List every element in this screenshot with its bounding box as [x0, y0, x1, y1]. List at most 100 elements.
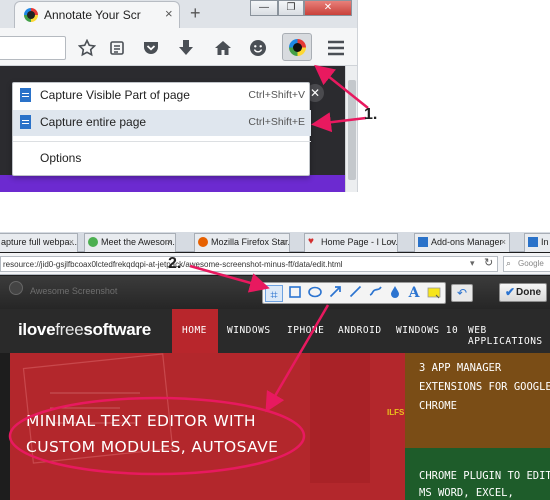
- browser-tab[interactable]: Annotate Your Scr ×: [14, 1, 180, 28]
- nav-item-home[interactable]: HOME: [172, 309, 218, 353]
- nav-item-windows[interactable]: WINDOWS: [227, 309, 271, 353]
- side-article-1-title[interactable]: 3 APP MANAGER EXTENSIONS FOR GOOGLE CHRO…: [419, 359, 550, 416]
- site-logo[interactable]: ilovefreesoftware: [18, 320, 151, 340]
- nav-item-android[interactable]: ANDROID: [338, 309, 382, 353]
- menu-item-options[interactable]: ⚙ Options: [13, 146, 311, 172]
- document-icon: [20, 88, 31, 102]
- pocket-icon[interactable]: [141, 38, 161, 58]
- menu-divider: [13, 141, 311, 142]
- nav-item-iphone[interactable]: IPHONE: [287, 309, 324, 353]
- menu-item-shortcut: Ctrl+Shift+V: [248, 89, 305, 101]
- annotation-tools: ⌗ A: [262, 282, 446, 304]
- awesome-screenshot-extension-button[interactable]: [282, 33, 312, 61]
- browser-tab[interactable]: Meet the Awesom... ×: [84, 233, 176, 252]
- menu-item-capture-visible[interactable]: Capture Visible Part of page Ctrl+Shift+…: [13, 83, 311, 109]
- menu-item-capture-entire[interactable]: Capture entire page Ctrl+Shift+E: [13, 110, 311, 136]
- tab-strip: Annotate Your Scr × + — ❐ ✕: [0, 0, 357, 28]
- reload-icon[interactable]: ↻: [484, 256, 493, 269]
- screenshot-editor-toolbar: Awesome Screenshot ⌗ A ↶ ✔ Done: [0, 276, 550, 309]
- tab-close-icon[interactable]: ×: [389, 237, 394, 247]
- scroll-thumb[interactable]: [348, 80, 356, 180]
- capture-menu: Capture Visible Part of page Ctrl+Shift+…: [12, 82, 311, 176]
- tab-label: In: [541, 237, 549, 247]
- tab-close-icon[interactable]: ×: [167, 237, 172, 247]
- undo-icon[interactable]: ↶: [451, 284, 473, 302]
- dropdown-arrow-icon[interactable]: ▾: [470, 258, 475, 269]
- url-field[interactable]: resource://jid0-gsjlfbcoax0lctedfrekqdqp…: [0, 256, 498, 272]
- menu-item-label: Options: [40, 151, 82, 165]
- annotation-label-1: 1.: [364, 106, 378, 123]
- browser-tab[interactable]: Mozilla Firefox Star... ×: [194, 233, 290, 252]
- awesome-screenshot-logo-icon: [9, 281, 23, 295]
- side-article-2-title[interactable]: CHROME PLUGIN TO EDIT MS WORD, EXCEL, PO…: [419, 468, 550, 500]
- blur-drop-icon[interactable]: [386, 285, 404, 302]
- text-tool-icon[interactable]: A: [405, 285, 423, 302]
- browser-tab[interactable]: Add-ons Manager ×: [414, 233, 510, 252]
- minimize-button[interactable]: —: [250, 0, 278, 16]
- address-bar[interactable]: [0, 36, 66, 60]
- logo-part: ilove: [18, 320, 56, 339]
- close-window-button[interactable]: ✕: [304, 0, 352, 16]
- hamburger-menu-icon[interactable]: [326, 38, 346, 58]
- tab-favicon-icon: [88, 237, 98, 247]
- tab-close-icon[interactable]: ×: [501, 237, 506, 247]
- awesome-screenshot-icon: [289, 39, 306, 56]
- freehand-icon[interactable]: [366, 285, 384, 302]
- tab-label: Mozilla Firefox Star...: [211, 237, 290, 247]
- featured-article-title[interactable]: MINIMAL TEXT EDITOR WITH CUSTOM MODULES,…: [26, 408, 326, 460]
- done-button[interactable]: ✔ Done: [499, 283, 547, 302]
- page-content-banner: [0, 175, 345, 192]
- editor-title: Awesome Screenshot: [30, 286, 118, 296]
- browser-tab-strip: apture full webpa... × Meet the Awesom...…: [0, 232, 550, 252]
- tab-label: Add-ons Manager: [431, 237, 503, 247]
- browser-toolbar: [0, 28, 357, 66]
- tab-close-icon[interactable]: ×: [281, 237, 286, 247]
- menu-item-shortcut: Ctrl+Shift+E: [248, 116, 305, 128]
- menu-item-label: Capture entire page: [40, 115, 147, 129]
- crop-icon[interactable]: ⌗: [265, 285, 283, 302]
- search-field[interactable]: ⌕ Google: [503, 256, 550, 272]
- logo-part: software: [83, 320, 151, 339]
- tab-label: Home Page - I Lov...: [321, 237, 398, 247]
- arrow-tool-icon[interactable]: [326, 285, 344, 302]
- firefox-icon: [198, 237, 208, 247]
- color-picker-icon[interactable]: [425, 285, 443, 302]
- nav-item-web-applications[interactable]: WEB APPLICATIONS: [468, 309, 550, 353]
- browser-tab[interactable]: In: [524, 233, 550, 252]
- new-tab-button[interactable]: +: [190, 3, 201, 24]
- home-icon[interactable]: [213, 38, 233, 58]
- search-icon: ⌕: [506, 258, 512, 268]
- tab-close-icon[interactable]: ×: [69, 237, 74, 247]
- document-icon: [20, 115, 31, 129]
- reading-list-icon[interactable]: [107, 38, 127, 58]
- bookmark-star-icon[interactable]: [77, 38, 97, 58]
- search-placeholder: Google: [518, 259, 544, 268]
- scrollbar[interactable]: [345, 66, 357, 192]
- logo-part: free: [55, 320, 84, 339]
- hello-smiley-icon[interactable]: [248, 38, 268, 58]
- rectangle-icon[interactable]: [286, 285, 304, 302]
- tab-favicon-icon: [528, 237, 538, 247]
- puzzle-piece-icon: [418, 237, 428, 247]
- site-header: ilovefreesoftware HOME WINDOWS IPHONE AN…: [0, 309, 550, 353]
- tab-label: Meet the Awesom...: [101, 237, 176, 247]
- annotation-label-2: 2.: [168, 255, 182, 272]
- downloads-icon[interactable]: [176, 38, 196, 58]
- restore-button[interactable]: ❐: [278, 0, 304, 16]
- browser-tab[interactable]: apture full webpa... ×: [0, 233, 78, 252]
- window-controls: — ❐ ✕: [250, 0, 355, 16]
- ellipse-icon[interactable]: [306, 285, 324, 302]
- checkmark-icon: ✔: [505, 285, 516, 299]
- tab-title: Annotate Your Scr: [44, 8, 141, 22]
- menu-item-label: Capture Visible Part of page: [40, 88, 190, 102]
- heart-icon: ♥: [308, 236, 314, 247]
- line-icon[interactable]: [346, 285, 364, 302]
- tab-label: apture full webpa...: [1, 237, 78, 247]
- done-label: Done: [516, 287, 541, 298]
- nav-item-windows-10[interactable]: WINDOWS 10: [396, 309, 458, 353]
- watermark-text: ILFS: [387, 408, 405, 417]
- tab-close-icon[interactable]: ×: [165, 6, 173, 21]
- address-toolbar: resource://jid0-gsjlfbcoax0lctedfrekqdqp…: [0, 253, 550, 275]
- top-screenshot: Annotate Your Scr × + — ❐ ✕ ✕ Capture Vi…: [0, 0, 358, 192]
- browser-tab[interactable]: ♥ Home Page - I Lov... ×: [304, 233, 398, 252]
